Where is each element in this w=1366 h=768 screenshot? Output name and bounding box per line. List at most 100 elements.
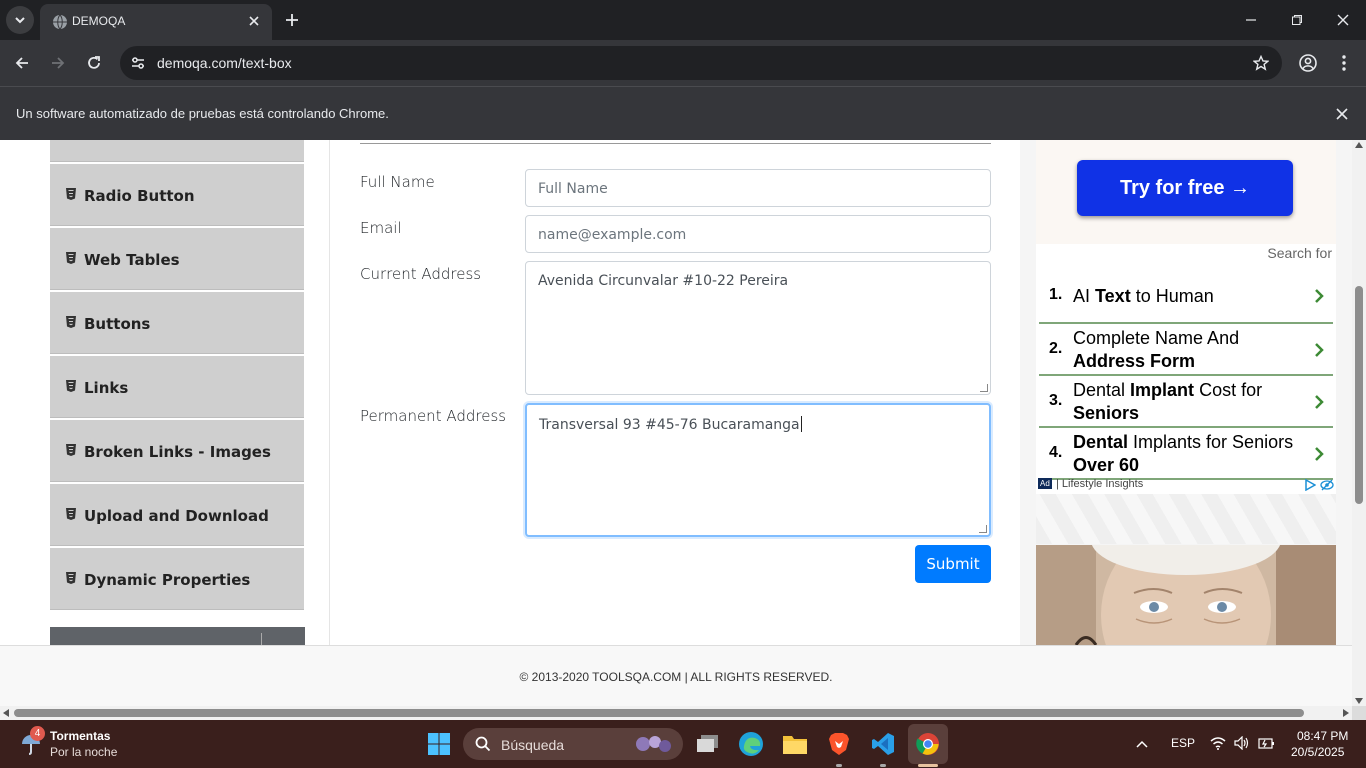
forward-button[interactable]	[45, 50, 71, 76]
edge-button[interactable]	[735, 728, 767, 760]
minimize-button[interactable]	[1237, 8, 1265, 32]
submit-button[interactable]: Submit	[915, 545, 991, 583]
running-indicator	[836, 764, 842, 767]
permanent-address-textarea[interactable]: Transversal 93 #45-76 Bucaramanga	[525, 403, 991, 537]
ad-column: Try for free → Search for 1. AI Text to …	[1020, 140, 1352, 645]
taskbar-search[interactable]: Búsqueda	[463, 728, 683, 760]
chrome-icon	[916, 733, 939, 755]
tab-search-button[interactable]	[6, 6, 34, 34]
try-for-free-button[interactable]: Try for free →	[1077, 160, 1293, 216]
battery-icon[interactable]	[1258, 736, 1276, 750]
tab-close-button[interactable]	[244, 11, 264, 31]
clock-time[interactable]: 08:47 PM	[1297, 729, 1348, 743]
volume-icon[interactable]	[1234, 736, 1250, 750]
chevron-right-icon	[1315, 395, 1324, 409]
ad-photo[interactable]	[1036, 545, 1336, 645]
brave-button[interactable]	[823, 728, 855, 760]
ad-number: 4.	[1049, 444, 1063, 461]
profile-button[interactable]	[1295, 50, 1321, 76]
email-input[interactable]: name@example.com	[525, 215, 991, 253]
window-close-button[interactable]	[1329, 8, 1357, 32]
browser-toolbar: demoqa.com/text-box	[0, 40, 1366, 86]
weather-title[interactable]: Tormentas	[50, 729, 110, 743]
ad-link-4[interactable]: 4. Dental Implants for Seniors Over 60	[1039, 428, 1333, 480]
current-address-textarea[interactable]: Avenida Circunvalar #10-22 Pereira	[525, 261, 991, 395]
infobar-message: Un software automatizado de pruebas está…	[16, 106, 389, 121]
wifi-icon[interactable]	[1210, 736, 1226, 750]
page-footer: © 2013-2020 TOOLSQA.COM | ALL RIGHTS RES…	[0, 645, 1352, 706]
current-address-label: Current Address	[360, 265, 482, 283]
chevron-down-icon	[15, 17, 25, 24]
browser-tab[interactable]: DEMOQA	[40, 4, 272, 40]
task-view-button[interactable]	[692, 728, 724, 760]
globe-icon	[53, 14, 67, 30]
html5-icon	[66, 380, 76, 392]
ad-number: 3.	[1049, 392, 1063, 409]
chrome-button[interactable]	[908, 724, 948, 764]
full-name-input[interactable]: Full Name	[525, 169, 991, 207]
scroll-right-icon[interactable]	[1343, 709, 1349, 717]
file-explorer-button[interactable]	[779, 728, 811, 760]
vscode-icon	[872, 733, 894, 755]
sidebar-item-upload-download[interactable]: Upload and Download	[50, 484, 304, 546]
scroll-down-icon[interactable]	[1355, 698, 1363, 704]
address-bar[interactable]: demoqa.com/text-box	[120, 46, 1282, 80]
restore-icon	[1292, 15, 1302, 25]
ad-link-2[interactable]: 2. Complete Name And Address Form	[1039, 324, 1333, 376]
sidebar-item-links[interactable]: Links	[50, 356, 304, 418]
vertical-scroll-thumb[interactable]	[1355, 286, 1363, 504]
vscode-button[interactable]	[867, 728, 899, 760]
horizontal-scroll-thumb[interactable]	[14, 709, 1304, 717]
clock-date[interactable]: 20/5/2025	[1291, 745, 1344, 759]
sidebar-item-radio-button[interactable]: Radio Button	[50, 164, 304, 226]
scroll-up-icon[interactable]	[1355, 142, 1363, 148]
sidebar-item-label: Radio Button	[84, 187, 195, 205]
resize-handle[interactable]	[979, 525, 987, 533]
sidebar-item-label: Broken Links - Images	[84, 443, 271, 461]
html5-icon	[66, 444, 76, 456]
bookmark-button[interactable]	[1250, 52, 1272, 74]
brave-icon	[829, 733, 849, 755]
ad-badge: Ad	[1038, 478, 1052, 489]
restore-button[interactable]	[1283, 8, 1311, 32]
html5-icon	[66, 572, 76, 584]
vertical-scrollbar[interactable]	[1352, 140, 1366, 706]
star-icon	[1253, 55, 1269, 71]
infobar-close-button[interactable]	[1332, 104, 1352, 124]
adchoices-icon[interactable]	[1304, 479, 1316, 491]
sidebar-item-label: Buttons	[84, 315, 151, 333]
horizontal-scrollbar[interactable]	[0, 706, 1352, 720]
html5-icon	[66, 188, 76, 200]
permanent-address-value: Transversal 93 #45-76 Bucaramanga	[539, 417, 800, 433]
sidebar-item-broken-links[interactable]: Broken Links - Images	[50, 420, 304, 482]
scroll-left-icon[interactable]	[3, 709, 9, 717]
url-text[interactable]: demoqa.com/text-box	[157, 55, 292, 71]
tab-strip: DEMOQA	[0, 0, 1366, 40]
resize-handle[interactable]	[980, 384, 988, 392]
site-info-button[interactable]	[128, 53, 148, 73]
sidebar-item-web-tables[interactable]: Web Tables	[50, 228, 304, 290]
search-highlight-icon	[636, 736, 671, 752]
start-button[interactable]	[423, 728, 455, 760]
ad-brand[interactable]: | Lifestyle Insights	[1056, 478, 1143, 490]
hide-ad-icon[interactable]	[1320, 479, 1334, 491]
task-view-icon	[697, 735, 718, 752]
reload-button[interactable]	[81, 50, 107, 76]
back-button[interactable]	[9, 50, 35, 76]
sidebar-item-previous[interactable]	[50, 140, 304, 162]
new-tab-button[interactable]	[280, 8, 304, 32]
ad-link-3[interactable]: 3. Dental Implant Cost for Seniors	[1039, 376, 1333, 428]
close-icon	[1337, 14, 1349, 26]
sidebar-item-buttons[interactable]: Buttons	[50, 292, 304, 354]
menu-button[interactable]	[1331, 50, 1357, 76]
input-language[interactable]: ESP	[1171, 736, 1195, 750]
sidebar-item-label: Dynamic Properties	[84, 571, 251, 589]
ad-link-1[interactable]: 1. AI Text to Human	[1039, 272, 1333, 324]
tray-overflow-button[interactable]	[1126, 728, 1158, 760]
sidebar-group-header[interactable]	[50, 627, 305, 647]
permanent-address-label: Permanent Address	[360, 407, 507, 425]
windows-icon	[428, 733, 450, 755]
sidebar-item-dynamic-properties[interactable]: Dynamic Properties	[50, 548, 304, 610]
edge-icon	[739, 732, 763, 756]
html5-icon	[66, 252, 76, 264]
